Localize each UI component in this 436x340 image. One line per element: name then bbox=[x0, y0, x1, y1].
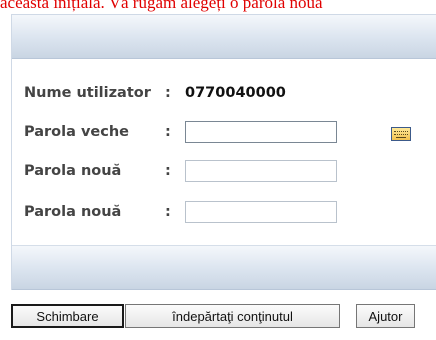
new-password-input[interactable] bbox=[185, 160, 337, 182]
new-password-row: Parola nouă : bbox=[24, 158, 337, 184]
username-value: 0770040000 bbox=[185, 85, 286, 101]
change-button[interactable]: Schimbare bbox=[11, 304, 124, 328]
panel-header-bar bbox=[12, 15, 436, 59]
old-password-row: Parola veche : bbox=[24, 119, 337, 145]
confirm-password-row: Parola nouă : bbox=[24, 199, 337, 225]
confirm-password-input[interactable] bbox=[185, 201, 337, 223]
username-colon: : bbox=[165, 85, 171, 101]
confirm-password-label: Parola nouă bbox=[24, 204, 122, 220]
new-password-label: Parola nouă bbox=[24, 163, 122, 179]
username-label: Nume utilizator bbox=[24, 85, 151, 101]
old-password-colon: : bbox=[165, 124, 171, 140]
new-password-colon: : bbox=[165, 163, 171, 179]
change-password-panel bbox=[11, 14, 436, 290]
username-row: Nume utilizator : 0770040000 bbox=[24, 80, 286, 106]
keyboard-icon[interactable] bbox=[391, 127, 411, 141]
panel-footer-bar bbox=[12, 245, 436, 290]
notice-text: această inițială. Vă rugăm alegeți o par… bbox=[0, 0, 323, 12]
confirm-password-colon: : bbox=[165, 204, 171, 220]
clear-content-button[interactable]: îndepărtaţi conţinutul bbox=[125, 304, 340, 328]
old-password-input[interactable] bbox=[185, 121, 337, 143]
help-button[interactable]: Ajutor bbox=[356, 304, 415, 328]
old-password-label: Parola veche bbox=[24, 124, 129, 140]
